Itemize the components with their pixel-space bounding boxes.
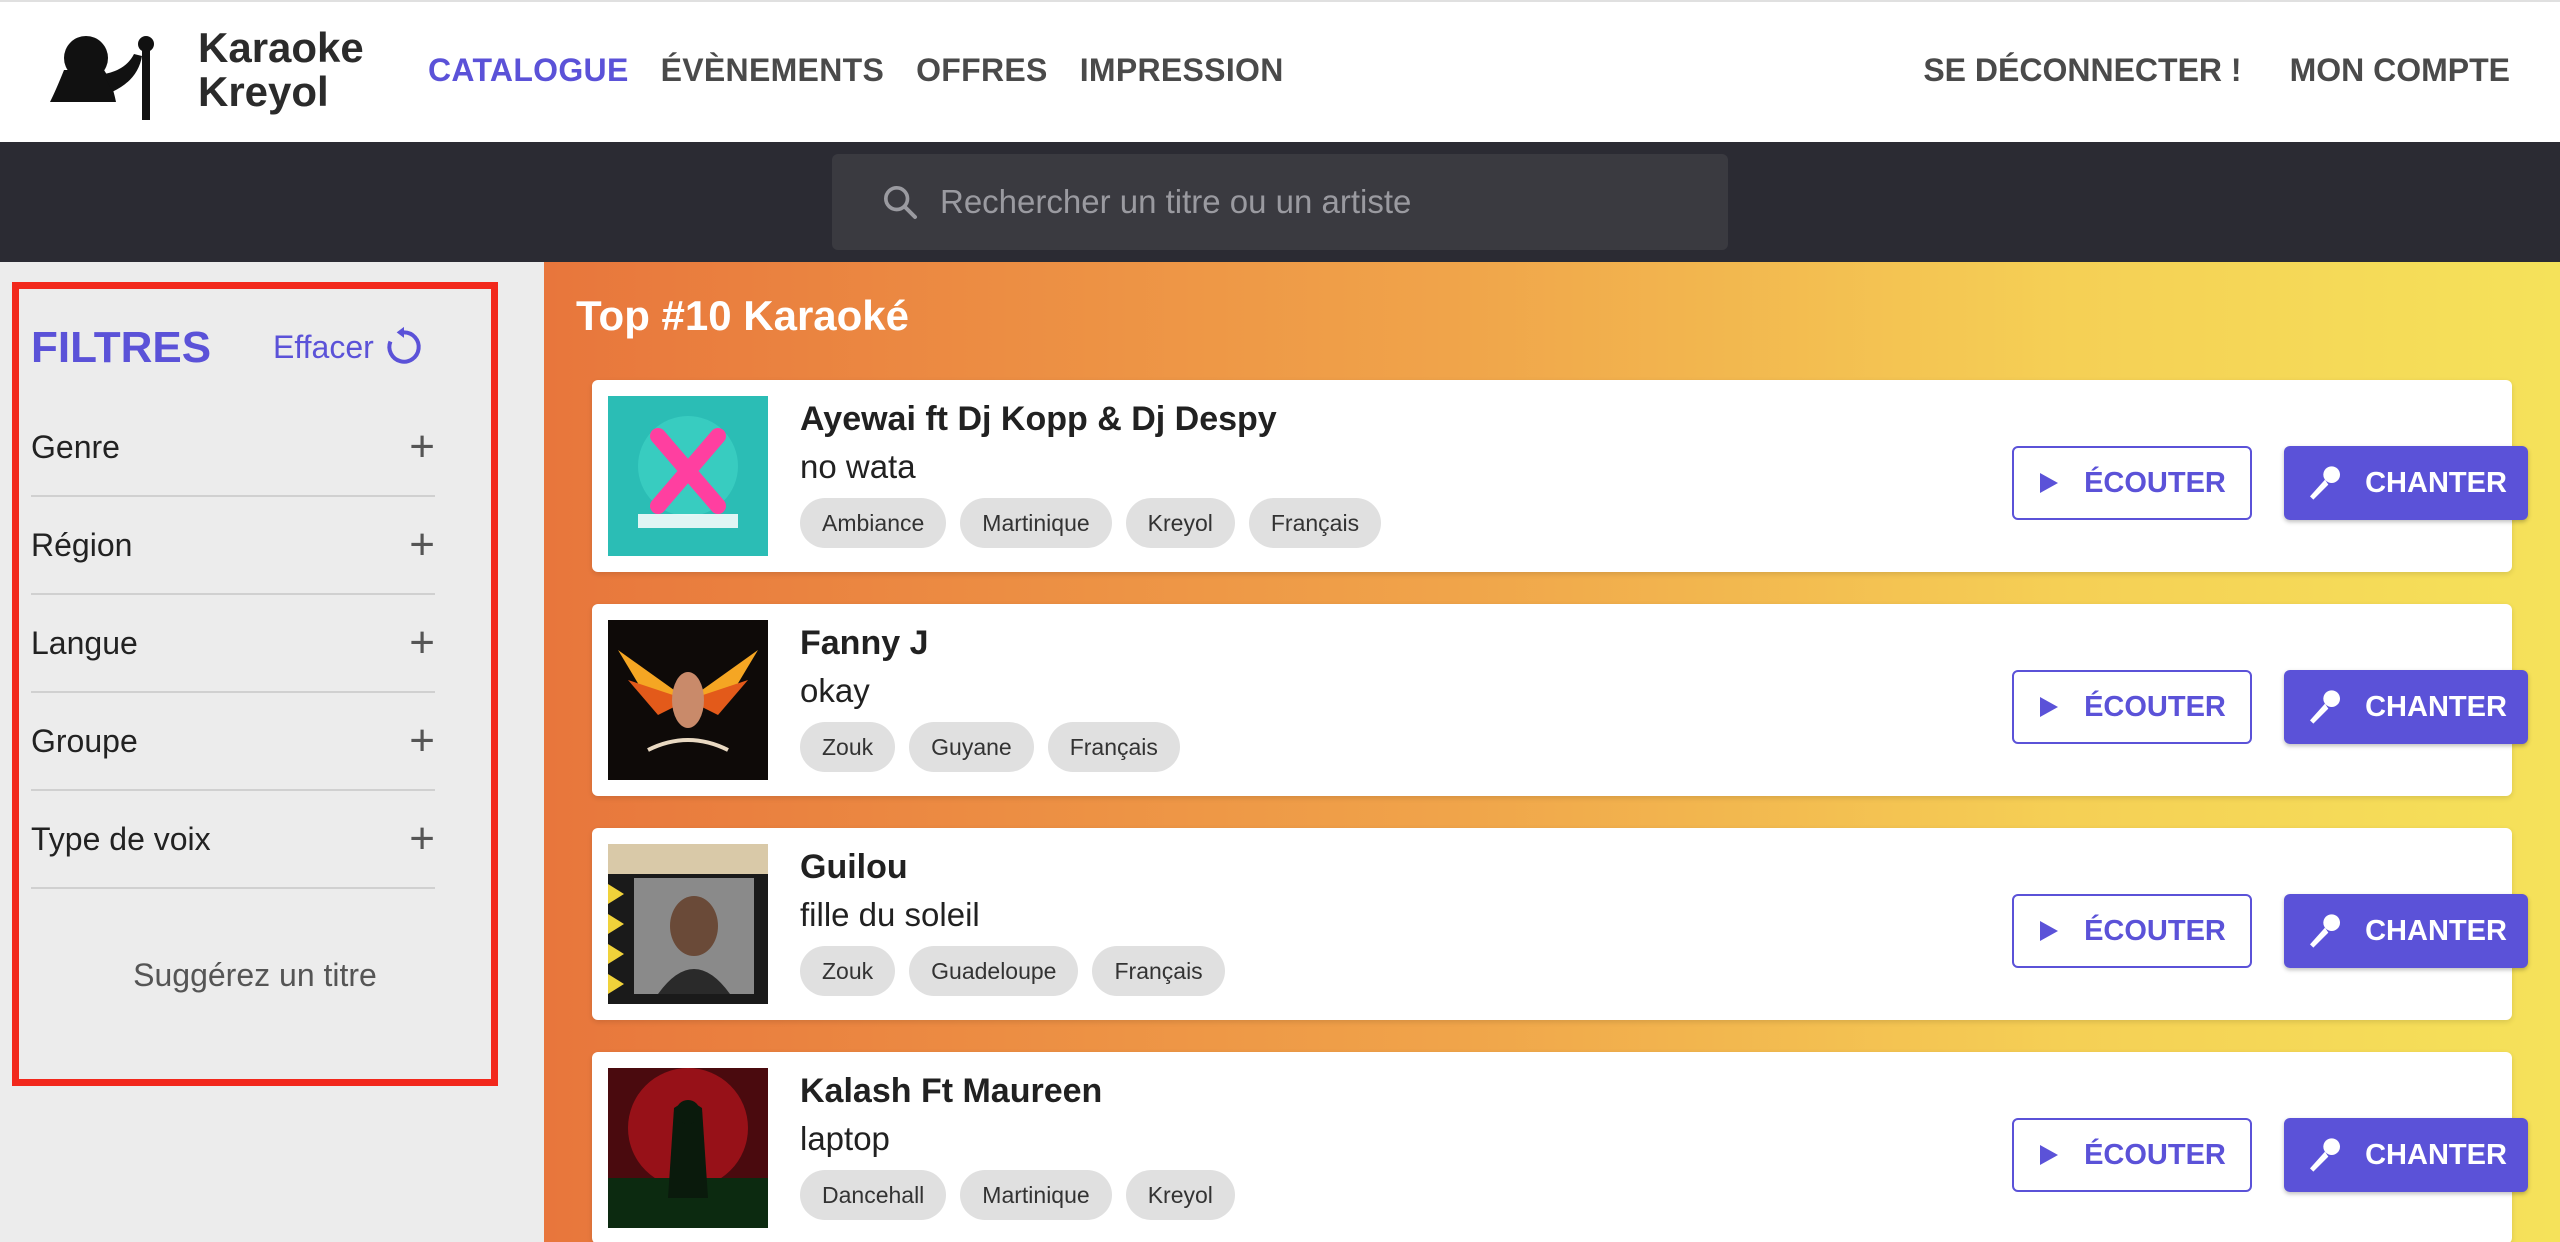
listen-button[interactable]: ÉCOUTER <box>2012 894 2252 968</box>
song-title: fille du soleil <box>800 896 980 933</box>
section-title: Top #10 Karaoké <box>576 292 910 339</box>
filter-label: Groupe <box>31 722 138 759</box>
song-card: Ayewai ft Dj Kopp & Dj Despy no wata Amb… <box>592 380 2528 572</box>
tag-chip[interactable]: Zouk <box>800 946 896 996</box>
filter-label: Genre <box>31 428 120 465</box>
album-cover[interactable] <box>608 844 768 1004</box>
reset-icon <box>387 326 421 364</box>
filter-label: Région <box>31 526 133 563</box>
song-artist: Guilou <box>800 848 908 886</box>
tag-chip[interactable]: Français <box>1092 946 1225 996</box>
listen-label: ÉCOUTER <box>2084 1138 2226 1171</box>
brand-line-1: Karaoke <box>198 24 364 71</box>
top-header: Karaoke Kreyol CATALOGUE ÉVÈNEMENTS OFFR… <box>0 0 2560 142</box>
listen-label: ÉCOUTER <box>2084 466 2226 499</box>
tag-chip[interactable]: Guadeloupe <box>909 946 1079 996</box>
play-icon <box>2040 697 2059 717</box>
brand-name[interactable]: Karaoke Kreyol <box>198 26 364 114</box>
sing-button[interactable]: CHANTER <box>2284 1118 2528 1192</box>
album-cover[interactable] <box>608 1068 768 1228</box>
logout-link[interactable]: SE DÉCONNECTER ! <box>1923 52 2241 89</box>
tag-list: Zouk Guyane Français <box>800 722 1180 772</box>
search-band <box>0 142 2560 262</box>
sing-label: CHANTER <box>2365 466 2507 499</box>
album-cover[interactable] <box>608 396 768 556</box>
tag-chip[interactable]: Kreyol <box>1125 1170 1235 1220</box>
tag-list: Ambiance Martinique Kreyol Français <box>800 498 1382 548</box>
main-nav: CATALOGUE ÉVÈNEMENTS OFFRES IMPRESSION <box>428 52 1284 89</box>
plus-icon: + <box>409 618 435 667</box>
song-title: okay <box>800 672 870 709</box>
song-artist: Kalash Ft Maureen <box>800 1072 1103 1110</box>
filter-region[interactable]: Région + <box>31 497 435 595</box>
sing-button[interactable]: CHANTER <box>2284 670 2528 744</box>
microphone-icon <box>2310 1138 2341 1172</box>
sing-label: CHANTER <box>2365 1138 2507 1171</box>
song-card: Fanny J okay Zouk Guyane Français ÉCOUTE… <box>592 604 2528 796</box>
singer-logo-icon[interactable] <box>46 30 176 122</box>
tag-chip[interactable]: Martinique <box>960 498 1112 548</box>
filter-groupe[interactable]: Groupe + <box>31 693 435 791</box>
listen-label: ÉCOUTER <box>2084 690 2226 723</box>
album-cover[interactable] <box>608 620 768 780</box>
clear-filters-button[interactable]: Effacer <box>273 325 426 369</box>
play-icon <box>2040 921 2059 941</box>
listen-label: ÉCOUTER <box>2084 914 2226 947</box>
plus-icon: + <box>409 716 435 765</box>
play-icon <box>2040 473 2059 493</box>
account-nav: SE DÉCONNECTER ! MON COMPTE <box>1923 52 2510 89</box>
listen-button[interactable]: ÉCOUTER <box>2012 446 2252 520</box>
microphone-icon <box>2310 690 2341 724</box>
filter-list: Genre + Région + Langue + Groupe + Type … <box>31 399 435 889</box>
tag-chip[interactable]: Zouk <box>800 722 896 772</box>
my-account-link[interactable]: MON COMPTE <box>2290 52 2510 89</box>
sidebar: FILTRES Effacer Genre + Région + Langue … <box>0 262 544 1242</box>
plus-icon: + <box>409 520 435 569</box>
microphone-icon <box>2310 914 2341 948</box>
tag-list: Dancehall Martinique Kreyol <box>800 1170 1235 1220</box>
play-icon <box>2040 1145 2059 1165</box>
plus-icon: + <box>409 814 435 863</box>
nav-evenements[interactable]: ÉVÈNEMENTS <box>661 52 884 89</box>
sing-label: CHANTER <box>2365 690 2507 723</box>
tag-chip[interactable]: Ambiance <box>800 498 947 548</box>
song-artist: Ayewai ft Dj Kopp & Dj Despy <box>800 400 1277 438</box>
tag-chip[interactable]: Kreyol <box>1125 498 1235 548</box>
filters-title: FILTRES <box>31 323 212 372</box>
search-icon <box>884 186 917 219</box>
search-box[interactable] <box>832 154 1728 250</box>
filter-label: Langue <box>31 624 138 661</box>
tag-chip[interactable]: Martinique <box>960 1170 1112 1220</box>
listen-button[interactable]: ÉCOUTER <box>2012 1118 2252 1192</box>
listen-button[interactable]: ÉCOUTER <box>2012 670 2252 744</box>
tag-chip[interactable]: Français <box>1047 722 1180 772</box>
filter-type-de-voix[interactable]: Type de voix + <box>31 791 435 889</box>
sing-label: CHANTER <box>2365 914 2507 947</box>
nav-offres[interactable]: OFFRES <box>916 52 1048 89</box>
filter-langue[interactable]: Langue + <box>31 595 435 693</box>
filter-label: Type de voix <box>31 820 211 857</box>
plus-icon: + <box>409 422 435 471</box>
tag-chip[interactable]: Dancehall <box>800 1170 947 1220</box>
tag-chip[interactable]: Français <box>1248 498 1382 548</box>
song-title: no wata <box>800 448 916 485</box>
sing-button[interactable]: CHANTER <box>2284 446 2528 520</box>
filter-genre[interactable]: Genre + <box>31 399 435 497</box>
search-input[interactable] <box>940 183 1700 221</box>
nav-catalogue[interactable]: CATALOGUE <box>428 52 629 89</box>
tag-chip[interactable]: Guyane <box>909 722 1034 772</box>
brand-line-2: Kreyol <box>198 68 329 115</box>
sing-button[interactable]: CHANTER <box>2284 894 2528 968</box>
suggest-title-link[interactable]: Suggérez un titre <box>19 957 491 994</box>
song-title: laptop <box>800 1120 890 1157</box>
song-artist: Fanny J <box>800 624 929 662</box>
microphone-icon <box>2310 466 2341 500</box>
song-card: Kalash Ft Maureen laptop Dancehall Marti… <box>592 1052 2528 1242</box>
clear-filters-label: Effacer <box>273 328 374 365</box>
nav-impression[interactable]: IMPRESSION <box>1080 52 1284 89</box>
tag-list: Zouk Guadeloupe Français <box>800 946 1225 996</box>
song-card: Guilou fille du soleil Zouk Guadeloupe F… <box>592 828 2528 1020</box>
top-karaoke-section: Top #10 Karaoké Ayewai ft Dj Kopp & Dj D… <box>544 262 2560 1242</box>
filter-panel: FILTRES Effacer Genre + Région + Langue … <box>12 282 498 1086</box>
